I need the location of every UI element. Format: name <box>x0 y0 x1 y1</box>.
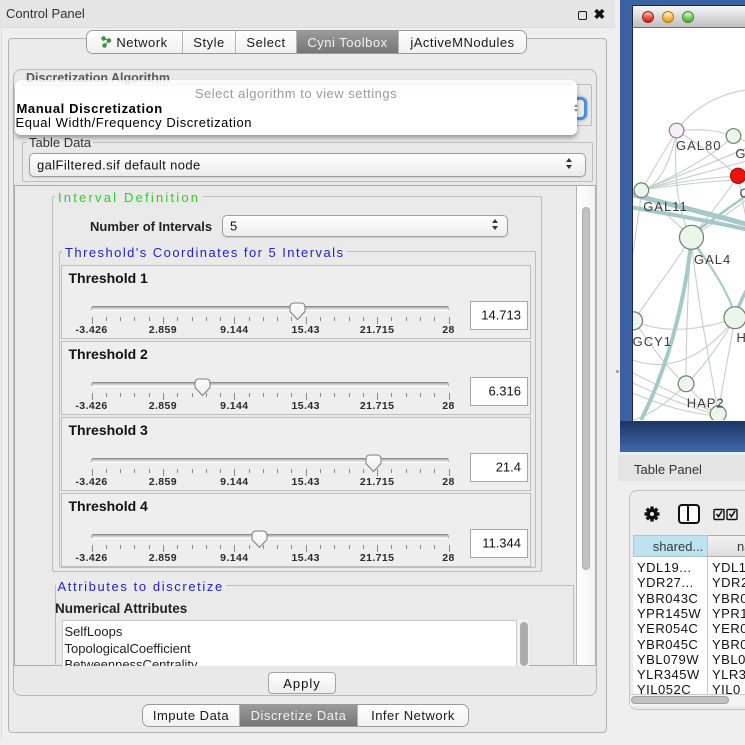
svg-text:GAL4: GAL4 <box>694 252 731 267</box>
svg-text:C: C <box>740 186 745 201</box>
svg-text:GA: GA <box>735 146 745 161</box>
svg-text:GCY1: GCY1 <box>633 334 672 349</box>
svg-text:GAL11: GAL11 <box>643 199 688 214</box>
svg-text:HAP2: HAP2 <box>687 396 725 411</box>
svg-text:H: H <box>737 330 745 345</box>
svg-text:GAL80: GAL80 <box>676 138 721 153</box>
